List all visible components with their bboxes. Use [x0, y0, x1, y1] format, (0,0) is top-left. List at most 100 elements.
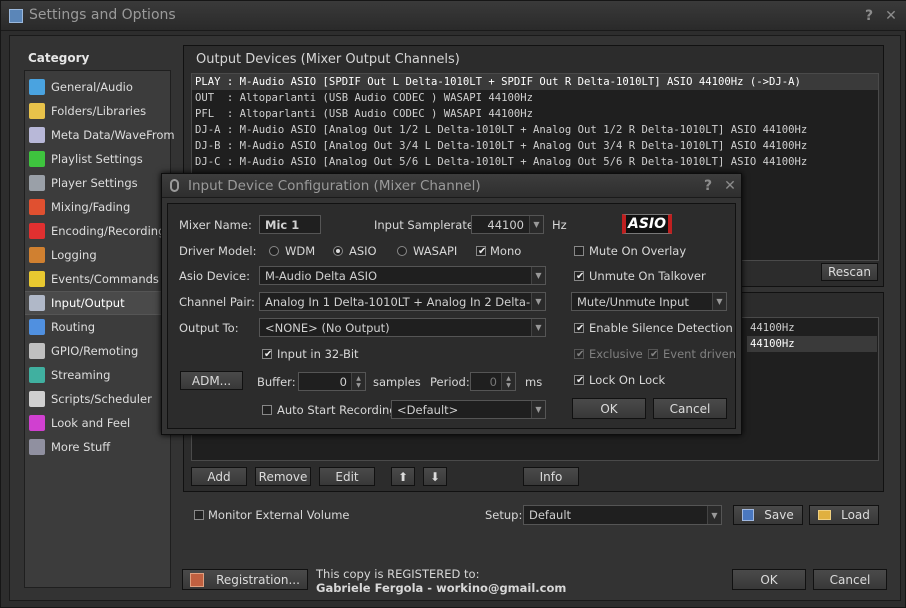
lock-on-lock-checkbox[interactable] [574, 375, 584, 385]
sidebar-item-general-audio[interactable]: General/Audio [25, 75, 170, 99]
sidebar-item-playlist-settings[interactable]: Playlist Settings [25, 147, 170, 171]
recording-profile-value: <Default> [397, 402, 459, 417]
info-button[interactable]: Info [523, 467, 579, 486]
silence-detection-checkbox[interactable] [574, 323, 584, 333]
registration-button[interactable]: Registration... [182, 569, 308, 590]
input-output-icon [29, 295, 45, 311]
period-value: 0 [489, 374, 497, 389]
dialog-help-icon[interactable]: ? [700, 178, 716, 194]
save-icon [742, 509, 755, 521]
sidebar-item-label: Look and Feel [51, 416, 131, 430]
mono-label: Mono [490, 244, 522, 258]
dialog-close-icon[interactable]: ✕ [722, 178, 738, 194]
period-stepper[interactable]: 0 ▲ ▼ [470, 372, 516, 391]
sidebar-item-label: Events/Commands [51, 272, 159, 286]
app-icon [9, 9, 23, 23]
title-bar: Settings and Options ? ✕ [1, 1, 906, 31]
list-item[interactable]: 44100Hz [747, 320, 877, 336]
sidebar-item-label: Input/Output [51, 296, 125, 310]
sidebar-item-more-stuff[interactable]: More Stuff [25, 435, 170, 459]
sidebar-item-label: Encoding/Recording [51, 224, 166, 238]
mono-checkbox[interactable] [476, 246, 486, 256]
list-item[interactable]: PFL : Altoparlanti (USB Audio CODEC ) WA… [192, 106, 878, 122]
rescan-button[interactable]: Rescan [821, 263, 878, 281]
period-unit: ms [525, 375, 543, 389]
sidebar-item-logging[interactable]: Logging [25, 243, 170, 267]
asio-device-value: M-Audio Delta ASIO [265, 268, 378, 283]
list-item[interactable]: DJ-A : M-Audio ASIO [Analog Out 1/2 L De… [192, 122, 878, 138]
category-list: General/Audio Folders/Libraries Meta Data/… [24, 70, 175, 588]
recording-profile-select[interactable]: <Default> ▼ [391, 400, 546, 419]
stepper-arrows-icon[interactable]: ▲ ▼ [351, 373, 365, 390]
monitor-external-volume-checkbox[interactable] [194, 510, 204, 520]
sidebar-item-mixing-fading[interactable]: Mixing/Fading [25, 195, 170, 219]
edit-button[interactable]: Edit [319, 467, 375, 486]
input-32bit-checkbox[interactable] [262, 349, 272, 359]
window-title: Settings and Options [29, 7, 176, 23]
buffer-value: 0 [339, 374, 347, 389]
folder-open-icon [818, 510, 832, 520]
sidebar-item-routing[interactable]: Routing [25, 315, 170, 339]
remove-button[interactable]: Remove [255, 467, 311, 486]
setup-select[interactable]: Default ▼ [523, 505, 722, 525]
silence-detection-label: Enable Silence Detection [589, 321, 733, 335]
chevron-down-icon: ▼ [531, 293, 545, 310]
auto-start-recording-checkbox[interactable] [262, 405, 272, 415]
driver-wasapi-radio[interactable] [397, 246, 407, 256]
sidebar-item-folders-libraries[interactable]: Folders/Libraries [25, 99, 170, 123]
unmute-on-talkover-label: Unmute On Talkover [589, 269, 706, 283]
load-button[interactable]: Load [809, 505, 879, 525]
mute-mode-select[interactable]: Mute/Unmute Input ▼ [571, 292, 727, 311]
ok-button[interactable]: OK [732, 569, 806, 590]
exclusive-checkbox[interactable] [574, 349, 584, 359]
asio-device-select[interactable]: M-Audio Delta ASIO ▼ [259, 266, 546, 285]
sidebar-item-label: Mixing/Fading [51, 200, 131, 214]
sidebar-item-streaming[interactable]: Streaming [25, 363, 170, 387]
monitor-external-volume-label: Monitor External Volume [208, 508, 350, 522]
adm-button[interactable]: ADM... [180, 371, 243, 390]
sidebar-item-label: GPIO/Remoting [51, 344, 139, 358]
driver-asio-radio[interactable] [333, 246, 343, 256]
sidebar-item-meta-data-wavefrom[interactable]: Meta Data/WaveFrom [25, 123, 175, 147]
cancel-button[interactable]: Cancel [813, 569, 887, 590]
unmute-on-talkover-checkbox[interactable] [574, 271, 584, 281]
sidebar-item-scripts-scheduler[interactable]: Scripts/Scheduler [25, 387, 170, 411]
help-icon[interactable]: ? [861, 8, 877, 24]
sidebar-item-input-output[interactable]: Input/Output [25, 291, 170, 315]
driver-wdm-radio[interactable] [269, 246, 279, 256]
samplerate-select[interactable]: 44100 ▼ [471, 215, 544, 234]
streaming-icon [29, 367, 45, 383]
channel-pair-value: Analog In 1 Delta-1010LT + Analog In 2 D… [265, 294, 546, 309]
sidebar-item-events-commands[interactable]: Events/Commands [25, 267, 170, 291]
dialog-ok-button[interactable]: OK [572, 398, 646, 419]
chevron-down-icon: ▼ [707, 506, 721, 524]
sidebar-item-label: Player Settings [51, 176, 138, 190]
move-down-button[interactable]: ⬇ [423, 467, 447, 486]
add-button[interactable]: Add [191, 467, 247, 486]
save-button[interactable]: Save [733, 505, 803, 525]
samplerate-value: 44100 [487, 217, 524, 232]
move-up-button[interactable]: ⬆ [391, 467, 415, 486]
sidebar-item-look-and-feel[interactable]: Look and Feel [25, 411, 170, 435]
channel-pair-select[interactable]: Analog In 1 Delta-1010LT + Analog In 2 D… [259, 292, 546, 311]
list-item[interactable]: DJ-B : M-Audio ASIO [Analog Out 3/4 L De… [192, 138, 878, 154]
buffer-stepper[interactable]: 0 ▲ ▼ [298, 372, 366, 391]
driver-asio-label: ASIO [349, 244, 377, 258]
mute-on-overlay-checkbox[interactable] [574, 246, 584, 256]
sidebar-item-encoding-recording[interactable]: Encoding/Recording [25, 219, 170, 243]
setup-value: Default [529, 508, 572, 522]
mixer-name-input[interactable]: Mic 1 [259, 215, 321, 234]
sidebar-item-gpio-remoting[interactable]: GPIO/Remoting [25, 339, 170, 363]
list-item[interactable]: OUT : Altoparlanti (USB Audio CODEC ) WA… [192, 90, 878, 106]
dialog-cancel-button[interactable]: Cancel [653, 398, 727, 419]
clock-icon [29, 391, 45, 407]
list-item[interactable]: PLAY : M-Audio ASIO [SPDIF Out L Delta-1… [192, 74, 878, 90]
output-to-select[interactable]: <NONE> (No Output) ▼ [259, 318, 546, 337]
list-item[interactable]: 44100Hz [747, 336, 877, 352]
stepper-arrows-icon[interactable]: ▲ ▼ [501, 373, 515, 390]
event-driven-checkbox[interactable] [648, 349, 658, 359]
list-item[interactable]: DJ-C : M-Audio ASIO [Analog Out 5/6 L De… [192, 154, 878, 170]
chevron-down-icon: ▼ [531, 319, 545, 336]
sidebar-item-player-settings[interactable]: Player Settings [25, 171, 170, 195]
close-icon[interactable]: ✕ [883, 8, 899, 24]
